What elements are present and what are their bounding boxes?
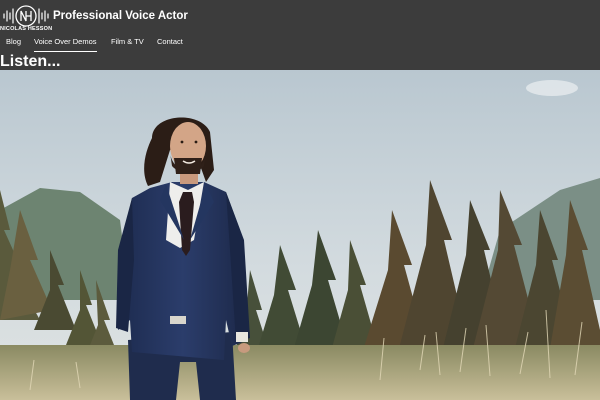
- nav-item-voice-over-demos[interactable]: Voice Over Demos: [34, 36, 97, 52]
- hero-image: [0, 70, 600, 400]
- logo-text: NICOLAS HESSON: [0, 26, 53, 32]
- nav-item-blog[interactable]: Blog: [6, 36, 21, 52]
- nav-item-film-tv[interactable]: Film & TV: [111, 36, 144, 52]
- page-title: Listen...: [0, 53, 61, 70]
- nav-item-contact[interactable]: Contact: [157, 36, 183, 52]
- portrait-photo: [0, 70, 600, 400]
- site-header: NICOLAS HESSON Professional Voice Actor …: [0, 0, 600, 70]
- site-title[interactable]: Professional Voice Actor: [53, 10, 188, 22]
